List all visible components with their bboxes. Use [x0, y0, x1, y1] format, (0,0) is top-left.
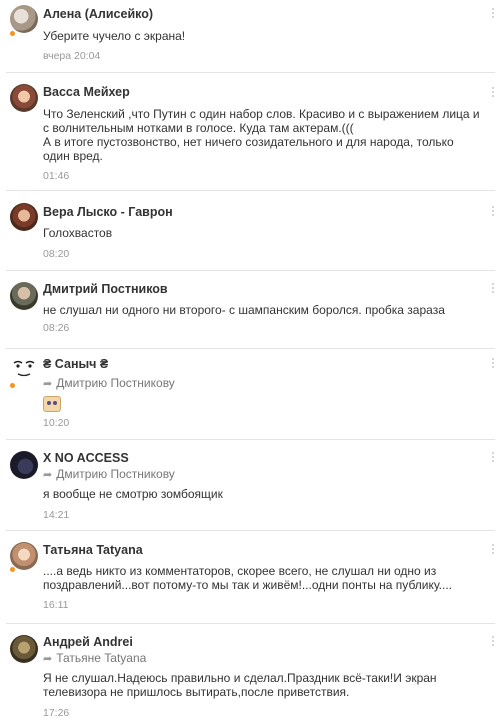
comment-text: Что Зеленский ,что Путин с один набор сл… [43, 107, 480, 135]
avatar[interactable] [10, 203, 38, 231]
author-name[interactable]: ₴ Саныч ₴ [43, 357, 108, 371]
comment-time: 17:26 [43, 707, 70, 719]
reply-to[interactable]: ➦ Дмитрию Постникову [43, 467, 175, 481]
avatar[interactable] [10, 451, 38, 479]
author-name[interactable]: Васса Мейхер [43, 85, 130, 99]
divider [6, 439, 495, 440]
comment-time: 08:20 [43, 248, 70, 260]
avatar[interactable] [10, 5, 38, 33]
author-name[interactable]: Татьяна Tatyana [43, 543, 143, 557]
more-options-icon[interactable] [492, 283, 495, 294]
divider [6, 190, 495, 191]
comment-time: 16:11 [43, 599, 69, 611]
author-name[interactable]: X NO ACCESS [43, 451, 129, 465]
author-name[interactable]: Дмитрий Постников [43, 282, 168, 296]
more-options-icon[interactable] [492, 544, 495, 555]
reply-to[interactable]: ➦ Татьяне Tatyana [43, 651, 146, 665]
author-name[interactable]: Андрей Andrei [43, 635, 133, 649]
comment-time: вчера 20:04 [43, 50, 101, 62]
online-indicator [10, 383, 15, 388]
comment-time: 10:20 [43, 417, 70, 429]
avatar[interactable] [10, 84, 38, 112]
more-options-icon[interactable] [492, 206, 495, 217]
reply-to-name: Татьяне Tatyana [56, 651, 147, 665]
more-options-icon[interactable] [492, 87, 495, 98]
comment-time: 01:46 [43, 170, 70, 182]
reply-to[interactable]: ➦ Дмитрию Постникову [43, 376, 175, 390]
more-options-icon[interactable] [492, 358, 495, 369]
comment-text: ....а ведь никто из комментаторов, скоре… [43, 564, 452, 592]
author-name[interactable]: Вера Лыско - Гаврон [43, 205, 173, 219]
comment-text: Я не слушал.Надеюсь правильно и сделал.П… [43, 671, 437, 699]
comment-text: я вообще не смотрю зомбоящик [43, 487, 223, 501]
reply-to-name: Дмитрию Постникову [56, 467, 175, 481]
divider [6, 530, 495, 531]
comment-text: Голохвастов [43, 226, 113, 240]
comment-text-line-2: А в итоге пустозвонство, нет ничего сози… [43, 135, 454, 163]
avatar[interactable] [10, 282, 38, 310]
divider [6, 348, 495, 349]
online-indicator [10, 567, 15, 572]
reply-arrow-icon: ➦ [43, 469, 53, 481]
avatar[interactable] [10, 542, 38, 570]
online-indicator [10, 31, 15, 36]
reply-arrow-icon: ➦ [43, 378, 53, 390]
comment-text: Уберите чучело с экрана! [43, 29, 186, 43]
more-options-icon[interactable] [492, 452, 495, 463]
divider [6, 270, 495, 271]
comment-time: 08:26 [43, 322, 70, 334]
author-name[interactable]: Алена (Алисейко) [43, 7, 153, 21]
more-options-icon[interactable] [492, 8, 495, 19]
divider [6, 623, 495, 624]
comment-time: 14:21 [43, 509, 70, 521]
more-options-icon[interactable] [492, 636, 495, 647]
reply-arrow-icon: ➦ [43, 653, 53, 665]
comment-text: не слушал ни одного ни второго- с шампан… [43, 303, 445, 317]
sticker-icon [43, 396, 61, 412]
avatar[interactable] [10, 354, 38, 382]
avatar[interactable] [10, 635, 38, 663]
divider [6, 72, 495, 73]
reply-to-name: Дмитрию Постникову [56, 376, 175, 390]
